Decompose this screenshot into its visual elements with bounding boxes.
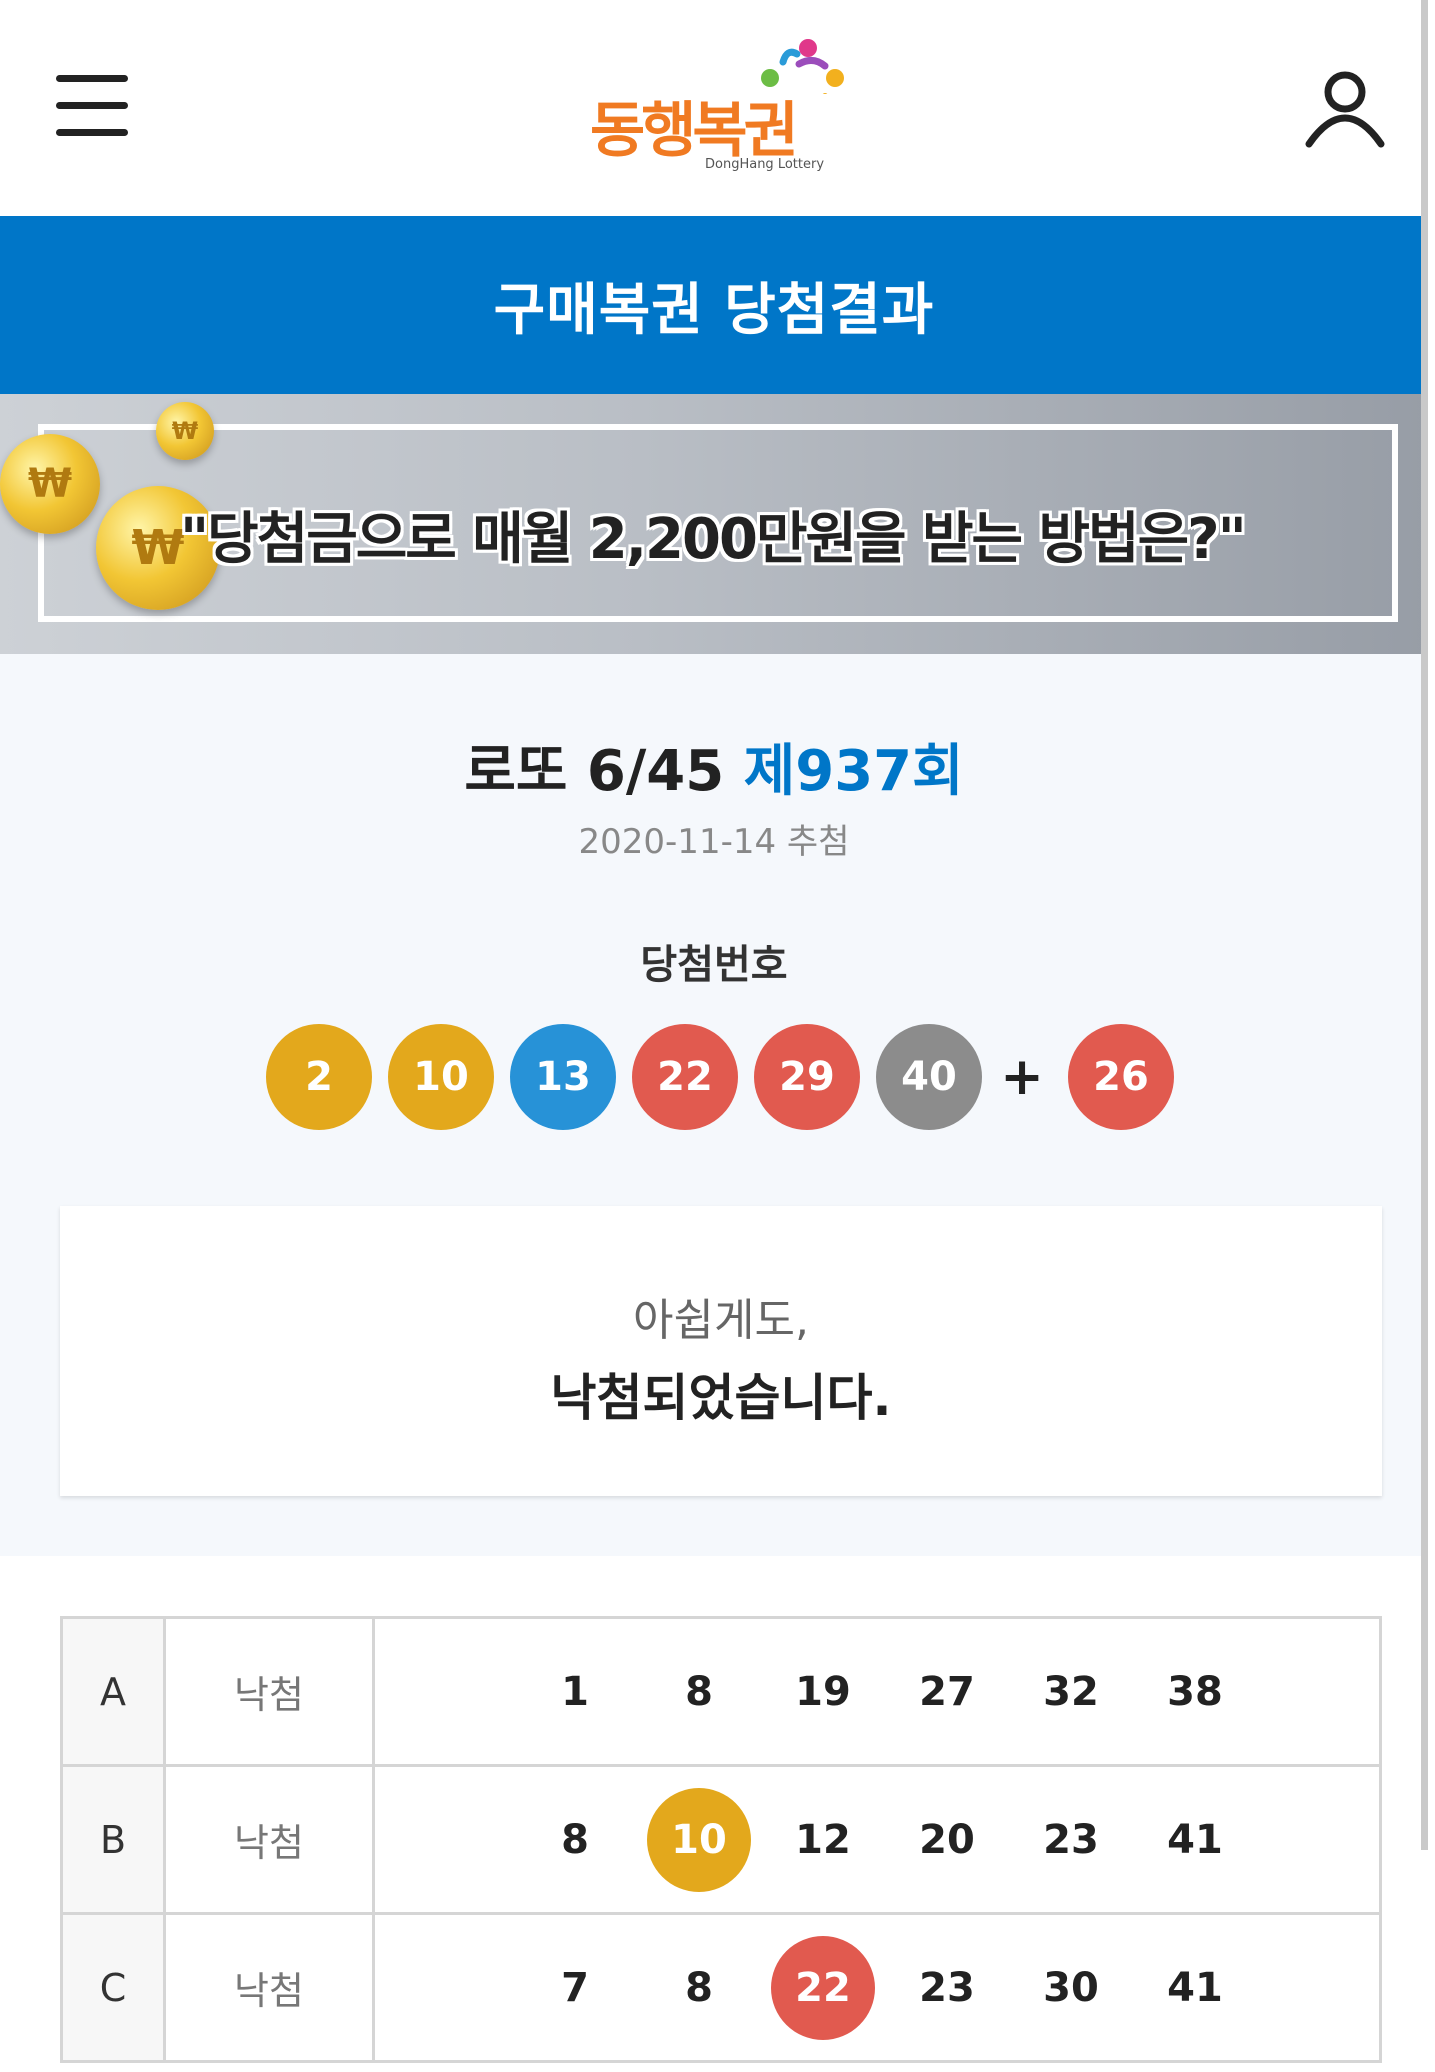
banner-headline: "당첨금으로 매월 2,200만원을 받는 방법은?" (180, 507, 1247, 572)
ticket-number: 12 (795, 1816, 851, 1863)
donghang-logo[interactable]: 동행복권 DongHang Lottery (585, 34, 855, 184)
winning-ball: 13 (510, 1024, 616, 1130)
result-message-line2: 낙첨되었습니다. (550, 1369, 892, 1427)
logo-text: 동행복권 (590, 96, 799, 166)
plus-icon: + (1000, 1047, 1044, 1107)
ticket-number: 8 (685, 1668, 713, 1715)
ticket-number: 41 (1167, 1816, 1223, 1863)
ticket-number: 30 (1043, 1964, 1099, 2011)
winning-ball: 10 (388, 1024, 494, 1130)
ticket-numbers: 7 8 22 23 30 41 (372, 1912, 1382, 2063)
ticket-number: 20 (919, 1816, 975, 1863)
ticket-number: 27 (919, 1668, 975, 1715)
ticket-id: C (60, 1912, 166, 2063)
ticket-number: 8 (561, 1816, 589, 1863)
winning-numbers-label: 당첨번호 (640, 942, 788, 988)
page-title: 구매복권 당첨결과 (493, 277, 935, 343)
ticket-number: 38 (1167, 1668, 1223, 1715)
coin-icon: ₩ (156, 402, 214, 460)
bonus-ball: 26 (1068, 1024, 1174, 1130)
ticket-numbers: 1 8 19 27 32 38 (372, 1616, 1382, 1767)
ticket-result: 낙첨 (163, 1912, 375, 2063)
ticket-number: 1 (561, 1668, 589, 1715)
page-title-bar: 구매복권 당첨결과 (0, 216, 1428, 394)
winning-ball: 2 (266, 1024, 372, 1130)
ticket-id: B (60, 1764, 166, 1915)
result-message-line1: 아쉽게도, (633, 1295, 809, 1346)
hamburger-menu-icon[interactable] (56, 75, 128, 137)
promo-banner[interactable]: ₩ ₩ ₩ "당첨금으로 매월 2,200만원을 받는 방법은?" (0, 394, 1428, 654)
ticket-number: 32 (1043, 1668, 1099, 1715)
app-header: 동행복권 DongHang Lottery (0, 0, 1428, 216)
ticket-number-matched: 22 (771, 1935, 875, 2040)
round-number: 제937회 (743, 739, 964, 804)
ticket-result: 낙첨 (163, 1764, 375, 1915)
round-title: 로또 6/45 제937회 (0, 726, 1428, 807)
draw-date: 2020-11-14 추첨 (578, 822, 850, 862)
scrollbar[interactable] (1421, 0, 1428, 1850)
ticket-number-matched: 10 (647, 1787, 751, 1892)
winning-ball: 22 (632, 1024, 738, 1130)
ticket-numbers: 8 10 12 20 23 41 (372, 1764, 1382, 1915)
ticket-row: A 낙첨 1 8 19 27 32 38 (60, 1616, 1382, 1767)
logo-subtitle: DongHang Lottery (705, 157, 825, 172)
ticket-id: A (60, 1616, 166, 1767)
ticket-table: A 낙첨 1 8 19 27 32 38 B 낙첨 8 10 12 20 23 41 C 낙첨 7 8 22 23 30 41 (60, 1616, 1382, 2063)
ticket-number: 19 (795, 1668, 851, 1715)
ticket-row: B 낙첨 8 10 12 20 23 41 (60, 1764, 1382, 1915)
ticket-number: 8 (685, 1964, 713, 2011)
coin-icon: ₩ (0, 434, 100, 534)
page: 동행복권 DongHang Lottery 구매복권 당첨결과 ₩ ₩ ₩ "당… (0, 0, 1428, 2072)
winning-ball: 29 (754, 1024, 860, 1130)
ticket-number: 7 (561, 1964, 589, 2011)
game-name: 로또 6/45 (464, 739, 725, 804)
ticket-number: 41 (1167, 1964, 1223, 2011)
winning-ball: 40 (876, 1024, 982, 1130)
ticket-result: 낙첨 (163, 1616, 375, 1767)
ticket-row: C 낙첨 7 8 22 23 30 41 (60, 1912, 1382, 2063)
user-account-icon[interactable] (1303, 66, 1387, 150)
winning-numbers: 2 10 13 22 29 40 + 26 (266, 1024, 1186, 1130)
ticket-number: 23 (1043, 1816, 1099, 1863)
ticket-number: 23 (919, 1964, 975, 2011)
result-message-box: 아쉽게도, 낙첨되었습니다. (60, 1206, 1382, 1496)
